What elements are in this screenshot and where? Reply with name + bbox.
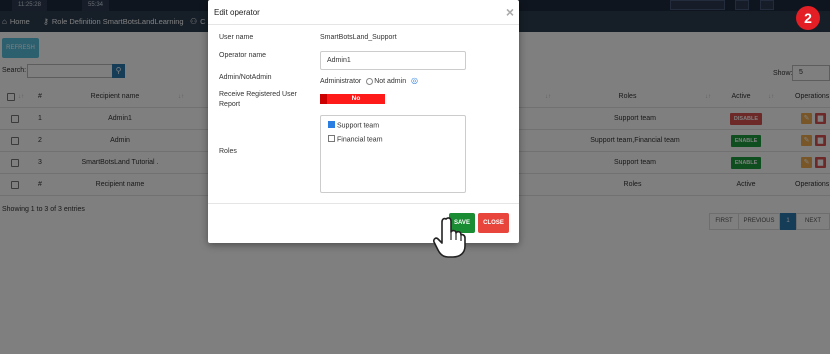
close-icon[interactable]: × — [506, 4, 514, 20]
role-support-team[interactable]: Support team — [328, 121, 380, 130]
pointer-hand-icon — [433, 217, 466, 258]
roles-list: Support team Financial team — [320, 115, 466, 193]
checkbox-icon[interactable] — [328, 135, 335, 142]
roles-label: Roles — [219, 148, 237, 155]
modal-header-divider — [208, 24, 519, 25]
close-button[interactable]: CLOSE — [478, 213, 509, 233]
report-label: Receive Registered User Report — [219, 91, 297, 108]
administrator-label: Administrator — [320, 78, 362, 85]
modal-title: Edit operator — [214, 8, 260, 17]
operator-name-label: Operator name — [219, 52, 267, 59]
edit-operator-modal: Edit operator × User name SmartBotsLand_… — [208, 0, 519, 243]
not-admin-radio[interactable]: Not admin — [366, 77, 407, 85]
checkbox-checked-icon[interactable] — [328, 121, 335, 128]
user-name-label: User name — [219, 34, 254, 41]
info-icon[interactable]: ◎ — [411, 76, 418, 85]
role-financial-team[interactable]: Financial team — [328, 135, 383, 144]
step-number-badge: 2 — [796, 6, 820, 30]
not-admin-label: Not admin — [374, 78, 407, 85]
admin-radio-group: Administrator Not admin ◎ — [320, 76, 418, 85]
operator-name-input[interactable]: Admin1 — [320, 51, 466, 70]
role-financial-label: Financial team — [337, 136, 383, 144]
modal-footer-divider — [208, 203, 519, 204]
report-toggle[interactable]: No — [320, 94, 385, 104]
admin-label: Admin/NotAdmin — [219, 74, 272, 81]
administrator-radio[interactable]: Administrator — [320, 78, 361, 85]
user-name-value: SmartBotsLand_Support — [320, 34, 397, 41]
role-support-label: Support team — [337, 122, 380, 130]
radio-icon — [366, 77, 374, 85]
